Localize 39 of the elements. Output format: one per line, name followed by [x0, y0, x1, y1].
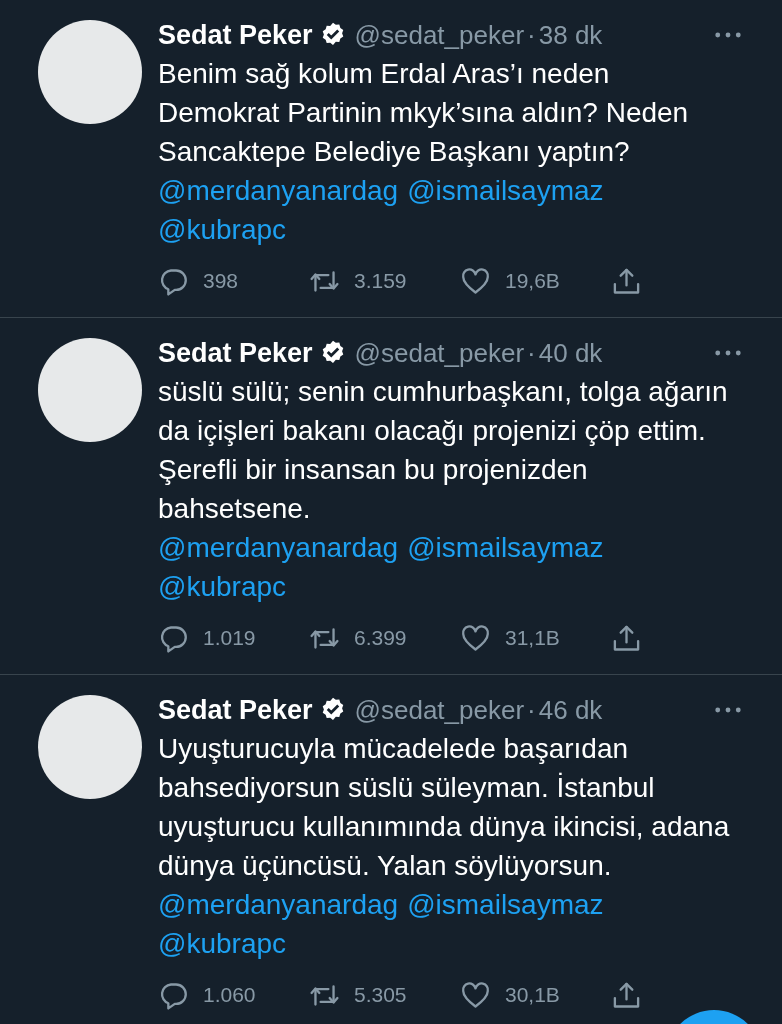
heart-icon[interactable]	[460, 265, 491, 297]
more-options-icon[interactable]	[714, 31, 742, 39]
author-name[interactable]: Sedat Peker	[158, 19, 313, 51]
like-count: 19,6B	[505, 269, 560, 293]
author-handle[interactable]: @sedat_peker	[354, 694, 525, 726]
tweet-text: Uyuşturucuyla mücadelede başarıdan bahsediyorsun süslü süleyman. İstanbul uyuşturucu kullanımında dünya ikincisi, adana dünya üçüncüsü. Yalan söylüyorsun.	[158, 732, 731, 883]
more-options-icon[interactable]	[714, 706, 742, 714]
heart-icon[interactable]	[460, 979, 491, 1011]
reply-count: 1.060	[203, 983, 256, 1007]
mention-link[interactable]: @kubrapc	[158, 210, 287, 249]
reply-count: 1.019	[203, 626, 256, 650]
like-count: 31,1B	[505, 626, 560, 650]
more-options-icon[interactable]	[714, 349, 742, 357]
mention-link[interactable]: @ismailsaymaz	[407, 528, 604, 567]
mention-link[interactable]: @ismailsaymaz	[407, 171, 604, 210]
tweet-time[interactable]: 46 dk	[538, 694, 603, 726]
separator-dot: ·	[527, 337, 536, 369]
tweet-text: Benim sağ kolum Erdal Aras’ı neden Demokrat Partinin mkyk’sına aldın? Neden Sancaktepe Belediye Başkanı yaptın?	[158, 57, 690, 169]
author-handle[interactable]: @sedat_peker	[354, 337, 525, 369]
author-handle[interactable]: @sedat_peker	[354, 19, 525, 51]
mention-link[interactable]: @kubrapc	[158, 567, 287, 606]
separator-dot: ·	[527, 19, 536, 51]
heart-icon[interactable]	[460, 622, 491, 654]
mention-link[interactable]: @merdanyanardag	[158, 171, 399, 210]
like-count: 30,1B	[505, 983, 560, 1007]
separator-dot: ·	[527, 694, 536, 726]
retweet-count: 3.159	[354, 269, 407, 293]
author-name[interactable]: Sedat Peker	[158, 337, 313, 369]
tweet-text: süslü sülü; senin cumhurbaşkanı, tolga ağarın da içişleri bakanı olacağı projenizi çöp ettim. Şerefli bir insansan bu projenizden bahsetsene.	[158, 375, 729, 526]
author-name[interactable]: Sedat Peker	[158, 694, 313, 726]
retweet-count: 5.305	[354, 983, 407, 1007]
tweet-time[interactable]: 40 dk	[538, 337, 603, 369]
mention-link[interactable]: @ismailsaymaz	[407, 885, 604, 924]
tweet-time[interactable]: 38 dk	[538, 19, 603, 51]
retweet-count: 6.399	[354, 626, 407, 650]
mention-link[interactable]: @merdanyanardag	[158, 885, 399, 924]
mention-link[interactable]: @merdanyanardag	[158, 528, 399, 567]
mention-link[interactable]: @kubrapc	[158, 924, 287, 963]
reply-count: 398	[203, 269, 239, 293]
